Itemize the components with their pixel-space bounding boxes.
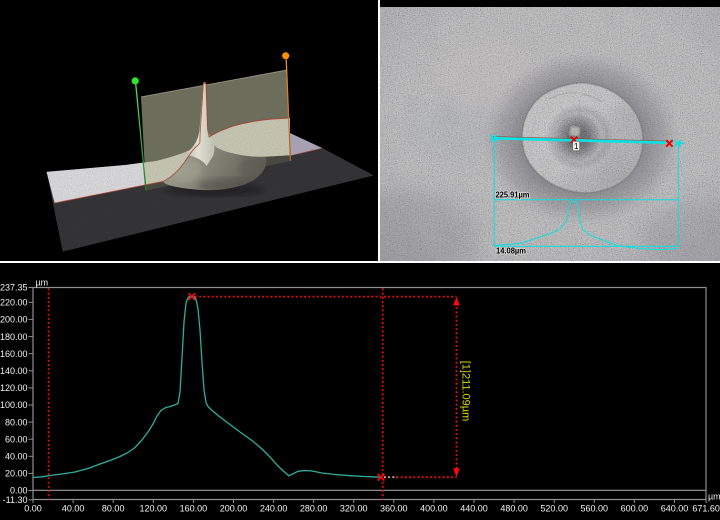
svg-text:40.00: 40.00 xyxy=(5,452,28,462)
svg-text:160.00: 160.00 xyxy=(180,504,208,514)
svg-text:80.00: 80.00 xyxy=(102,504,125,514)
svg-text:µm: µm xyxy=(36,278,49,288)
svg-text:1: 1 xyxy=(574,142,579,151)
svg-text:120.00: 120.00 xyxy=(140,504,168,514)
svg-text:180.00: 180.00 xyxy=(0,332,28,342)
svg-text:400.00: 400.00 xyxy=(420,504,448,514)
svg-text:100.00: 100.00 xyxy=(0,400,28,410)
svg-text:360.00: 360.00 xyxy=(380,504,408,514)
svg-text:80.00: 80.00 xyxy=(5,417,28,427)
svg-text:14.08µm: 14.08µm xyxy=(496,247,526,256)
svg-text:440.00: 440.00 xyxy=(460,504,488,514)
svg-text:0.00: 0.00 xyxy=(24,504,42,514)
svg-text:520.00: 520.00 xyxy=(540,504,568,514)
svg-text:[1]211.09µm: [1]211.09µm xyxy=(460,361,472,422)
svg-text:480.00: 480.00 xyxy=(500,504,528,514)
svg-text:280.00: 280.00 xyxy=(300,504,328,514)
svg-text:40.00: 40.00 xyxy=(62,504,85,514)
svg-text:640.00: 640.00 xyxy=(661,504,689,514)
svg-text:225.91µm: 225.91µm xyxy=(496,190,530,199)
svg-text:20.00: 20.00 xyxy=(5,469,28,479)
svg-text:60.00: 60.00 xyxy=(5,434,28,444)
svg-text:140.00: 140.00 xyxy=(0,366,28,376)
svg-text:600.00: 600.00 xyxy=(621,504,649,514)
svg-text:320.00: 320.00 xyxy=(340,504,368,514)
svg-text:200.00: 200.00 xyxy=(220,504,248,514)
svg-text:671.60: 671.60 xyxy=(692,504,720,514)
svg-text:200.00: 200.00 xyxy=(0,315,28,325)
svg-text:µm: µm xyxy=(708,492,720,502)
svg-text:560.00: 560.00 xyxy=(581,504,609,514)
svg-text:120.00: 120.00 xyxy=(0,383,28,393)
svg-text:240.00: 240.00 xyxy=(260,504,288,514)
svg-text:220.00: 220.00 xyxy=(0,298,28,308)
svg-text:237.35: 237.35 xyxy=(0,283,28,293)
svg-text:160.00: 160.00 xyxy=(0,349,28,359)
